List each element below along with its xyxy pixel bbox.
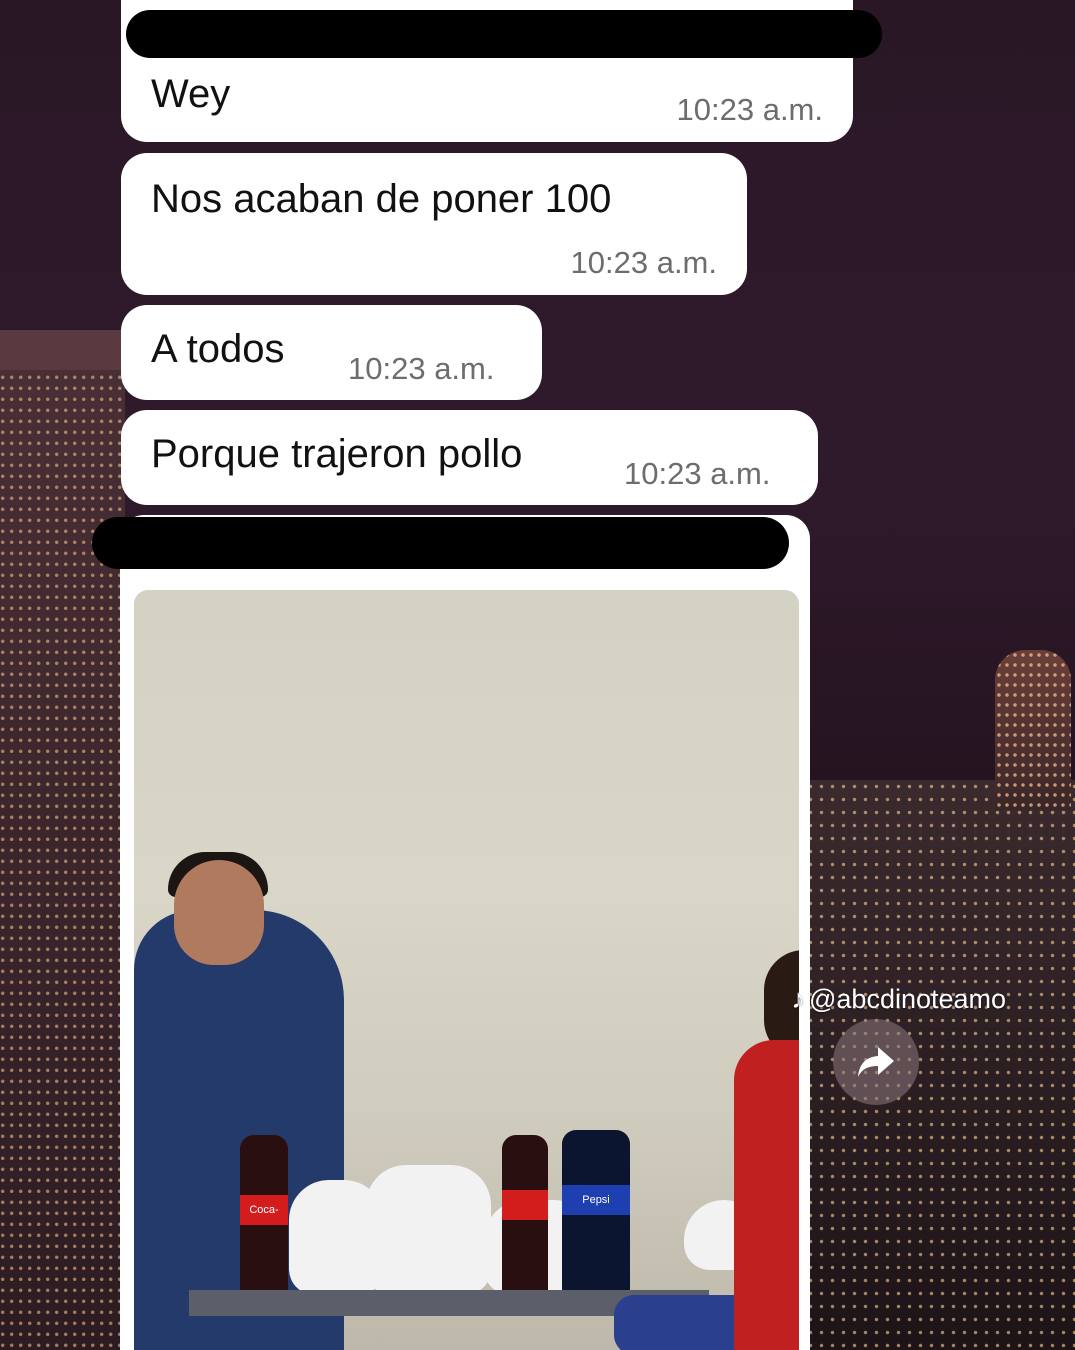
pepsi-label: Pepsi [562, 1185, 630, 1215]
skyscraper-left [0, 330, 125, 1350]
tiktok-watermark: ♪ @abcdinoteamo [787, 984, 1006, 1015]
share-arrow-icon [858, 1047, 894, 1077]
cola-bottle [502, 1135, 548, 1295]
message-text: A todos [151, 327, 285, 371]
tower-spire-right [995, 650, 1071, 810]
pepsi-bottle: Pepsi [562, 1130, 630, 1295]
watermark-handle: @abcdinoteamo [809, 984, 1007, 1014]
message-timestamp: 10:23 a.m. [624, 456, 771, 491]
message-timestamp: 10:23 a.m. [676, 92, 823, 127]
chat-bubble-4[interactable]: Porque trajeron pollo 10:23 a.m. [121, 410, 818, 505]
redacted-sender-name-2 [92, 517, 789, 569]
chat-bubble-3[interactable]: A todos 10:23 a.m. [121, 305, 542, 400]
message-text: Nos acaban de poner 100 [151, 177, 612, 221]
redacted-sender-name [126, 10, 882, 58]
attached-photo[interactable]: Coca-Cola Pepsi [134, 590, 799, 1350]
tiktok-logo-icon: ♪ [791, 984, 805, 1014]
person-face [174, 860, 264, 965]
cola-bottle: Coca-Cola [240, 1135, 288, 1300]
coca-cola-label: Coca-Cola [240, 1195, 288, 1225]
message-text: Wey [151, 72, 231, 116]
message-text: Porque trajeron pollo [151, 432, 523, 476]
chat-bubble-2[interactable]: Nos acaban de poner 100 10:23 a.m. [121, 153, 747, 295]
message-timestamp: 10:23 a.m. [570, 245, 717, 280]
food-bag [366, 1165, 491, 1295]
message-timestamp: 10:23 a.m. [348, 351, 495, 386]
share-button[interactable] [833, 1019, 919, 1105]
child-in-red-jacket [734, 1040, 799, 1350]
